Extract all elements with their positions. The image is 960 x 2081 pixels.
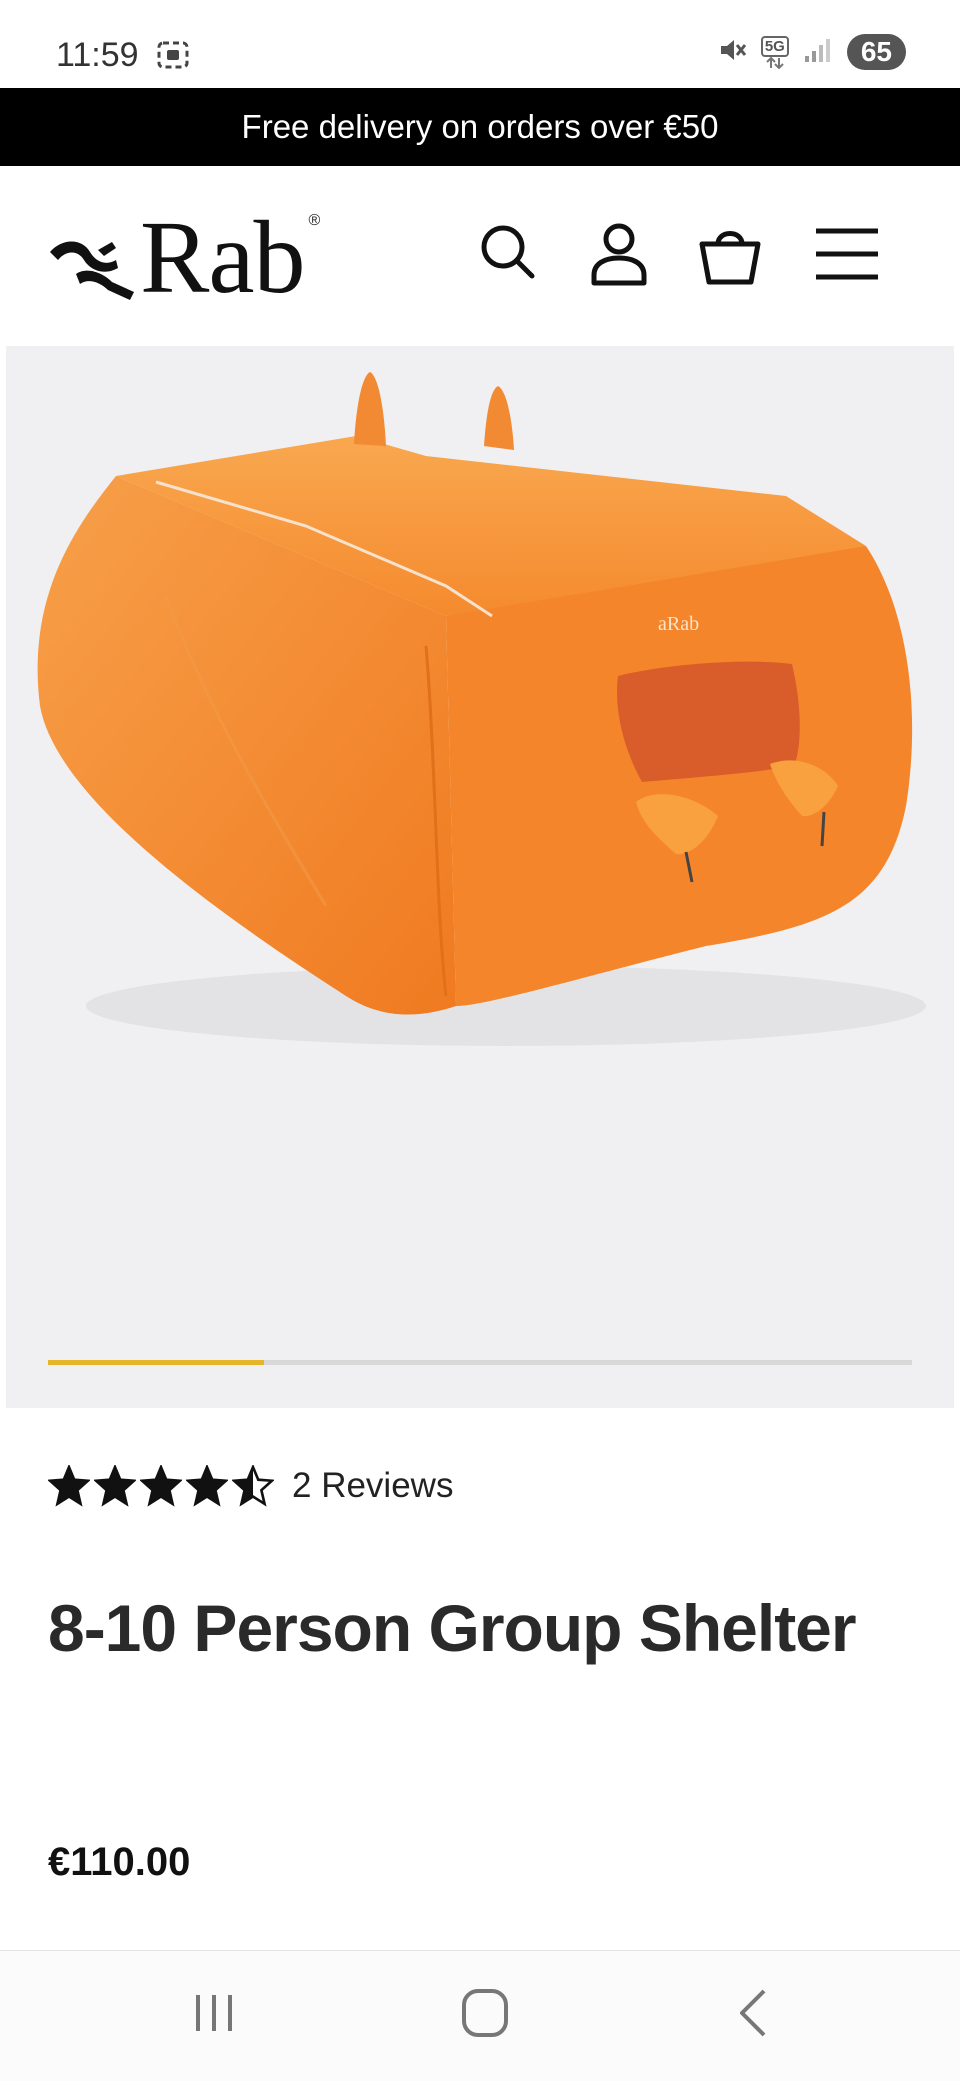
product-title: 8-10 Person Group Shelter: [48, 1591, 857, 1665]
back-icon[interactable]: [732, 1985, 776, 2046]
search-icon[interactable]: [478, 222, 538, 287]
promo-banner[interactable]: Free delivery on orders over €50: [0, 88, 960, 166]
home-icon[interactable]: [458, 1985, 514, 2046]
star-half-icon: [232, 1465, 274, 1507]
star-full-icon: [48, 1465, 90, 1507]
product-gallery[interactable]: aRab: [6, 346, 954, 1408]
logo-text: Rab: [140, 200, 306, 315]
gallery-progress-track: [48, 1360, 912, 1365]
menu-icon[interactable]: [814, 226, 880, 287]
network-indicator: 5G: [760, 35, 789, 69]
rab-logo[interactable]: Rab ®: [46, 206, 320, 310]
system-nav-bar: [0, 1950, 960, 2081]
site-header: Rab ®: [0, 166, 960, 346]
promo-text: Free delivery on orders over €50: [241, 108, 719, 145]
rab-logo-mark: [50, 241, 134, 300]
network-label: 5G: [760, 35, 789, 57]
battery-badge: 65: [846, 34, 906, 70]
mute-icon: [717, 35, 747, 70]
gallery-progress-fill: [48, 1360, 264, 1365]
product-price: €110.00: [48, 1840, 191, 1884]
signal-icon: [803, 36, 833, 69]
reviews-link[interactable]: 2 Reviews: [292, 1466, 453, 1506]
status-time: 11:59: [56, 36, 139, 74]
account-icon[interactable]: [590, 222, 648, 291]
bag-icon[interactable]: [698, 222, 762, 291]
product-rating[interactable]: 2 Reviews: [48, 1465, 453, 1507]
star-full-icon: [94, 1465, 136, 1507]
star-full-icon: [140, 1465, 182, 1507]
rating-stars: [48, 1465, 274, 1507]
screenshot-icon: [156, 38, 190, 77]
logo-registered-mark: ®: [308, 212, 321, 229]
status-bar: 11:59 5G 65: [0, 0, 960, 88]
svg-text:aRab: aRab: [658, 613, 699, 635]
recent-apps-icon[interactable]: [190, 1985, 240, 2046]
star-full-icon: [186, 1465, 228, 1507]
product-image[interactable]: aRab: [6, 346, 954, 1106]
